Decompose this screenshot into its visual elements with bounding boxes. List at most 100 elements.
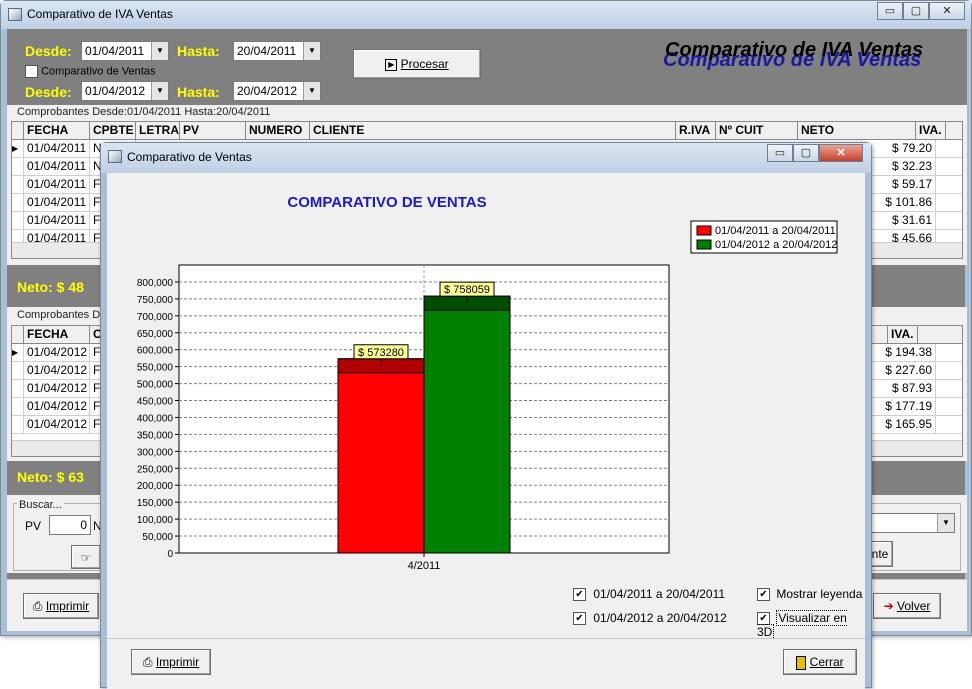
series2-checkbox[interactable]: ✔ <box>573 612 586 626</box>
chevron-down-icon[interactable]: ▼ <box>151 82 168 100</box>
legend: 01/04/2011 a 20/04/2011 01/04/2012 a 20/… <box>690 220 838 254</box>
row-indicator <box>12 416 24 433</box>
comparativo-checkbox-row[interactable]: ✔ Comparativo de Ventas <box>25 65 155 78</box>
comparativo-dialog: Comparativo de Ventas ▭ ▢ ✕ COMPARATIVO … <box>100 142 872 689</box>
series1-toggle-label: 01/04/2011 a 20/04/2011 <box>593 587 726 601</box>
col-cliente[interactable]: CLIENTE <box>310 122 676 139</box>
chevron-down-icon[interactable]: ▼ <box>151 42 168 60</box>
comparativo-checkbox-label: Comparativo de Ventas <box>41 65 156 78</box>
col-fecha[interactable]: FECHA <box>24 326 90 343</box>
series1-toggle[interactable]: ✔ 01/04/2011 a 20/04/2011 <box>573 587 726 602</box>
cell-fecha: 01/04/2012 <box>24 362 90 379</box>
cell-fecha: 01/04/2011 <box>24 176 90 193</box>
dialog-bottom-bar <box>107 639 865 689</box>
col-neto[interactable]: NETO <box>798 122 916 139</box>
cerrar-button[interactable]: Cerrar <box>783 649 857 675</box>
row-indicator-header <box>12 326 24 343</box>
arrow-right-icon: ➔ <box>883 599 894 613</box>
dialog-minimize-button[interactable]: ▭ <box>767 144 793 162</box>
view-3d-toggle[interactable]: ✔ Visualizar en 3D <box>757 610 865 641</box>
y-tick-label: 50,000 <box>142 532 173 543</box>
col-fecha[interactable]: FECHA <box>24 122 90 139</box>
bar-2 <box>423 295 511 554</box>
dialog-close-button[interactable]: ✕ <box>819 144 863 162</box>
procesar-label: Procesar <box>400 57 449 71</box>
series1-checkbox[interactable]: ✔ <box>573 588 586 602</box>
row-pointer-icon: ▶ <box>12 140 24 157</box>
cell-neto: $ 177.19 <box>862 398 936 415</box>
desde-date-1[interactable]: 01/04/2011 ▼ <box>81 41 169 61</box>
app-icon <box>108 150 122 163</box>
hasta-label-1: Hasta: <box>177 43 220 59</box>
y-tick-label: 650,000 <box>137 329 174 340</box>
show-legend-toggle[interactable]: ✔ Mostrar leyenda <box>757 587 862 602</box>
row-indicator <box>12 398 24 415</box>
y-tick-label: 200,000 <box>137 481 174 492</box>
cell-fecha: 01/04/2012 <box>24 416 90 433</box>
dialog-titlebar[interactable]: Comparativo de Ventas ▭ ▢ ✕ <box>101 143 871 173</box>
chevron-down-icon[interactable]: ▼ <box>937 514 954 532</box>
dialog-maximize-button[interactable]: ▢ <box>793 144 819 162</box>
cell-neto: $ 227.60 <box>862 362 936 379</box>
buscar-combo[interactable]: ▼ <box>867 513 955 533</box>
row-indicator <box>12 212 24 229</box>
y-tick-label: 700,000 <box>137 312 174 323</box>
cell-neto: $ 87.93 <box>862 380 936 397</box>
grid1-header: FECHA CPBTE LETRA PV NUMERO CLIENTE R.IV… <box>12 122 962 140</box>
view-3d-label: Visualizar en 3D <box>757 610 847 641</box>
chevron-down-icon[interactable]: ▼ <box>303 42 320 60</box>
col-cpbte[interactable]: CPBTE <box>90 122 136 139</box>
play-icon: ▶ <box>385 58 398 71</box>
maximize-button[interactable]: ▢ <box>903 2 929 20</box>
row-indicator <box>12 362 24 379</box>
chevron-down-icon[interactable]: ▼ <box>303 82 320 100</box>
col-iva[interactable]: IVA. <box>888 326 918 343</box>
section2-title: Comprobantes De <box>17 309 107 321</box>
buscar-title: Buscar... <box>17 499 64 511</box>
close-button[interactable]: ✕ <box>929 2 965 20</box>
hasta-date-1[interactable]: 20/04/2011 ▼ <box>233 41 321 61</box>
y-tick-label: 800,000 <box>137 278 174 289</box>
series2-toggle[interactable]: ✔ 01/04/2012 a 20/04/2012 <box>573 611 727 626</box>
cell-fecha: 01/04/2012 <box>24 398 90 415</box>
y-tick-label: 550,000 <box>137 363 174 374</box>
imprimir-dialog-label: Imprimir <box>155 655 200 669</box>
cerrar-label: Cerrar <box>809 655 844 669</box>
pv-input[interactable]: 0 <box>49 515 91 535</box>
cell-neto: $ 101.86 <box>862 194 936 211</box>
col-numero[interactable]: NUMERO <box>246 122 310 139</box>
comparativo-checkbox[interactable]: ✔ <box>25 65 38 78</box>
row-indicator <box>12 158 24 175</box>
col-cuit[interactable]: Nº CUIT <box>716 122 798 139</box>
y-tick-label: 350,000 <box>137 430 174 441</box>
cell-fecha: 01/04/2011 <box>24 140 90 157</box>
minimize-button[interactable]: ▭ <box>877 2 903 20</box>
main-titlebar[interactable]: Comparativo de IVA Ventas ▭ ▢ ✕ <box>1 1 971 29</box>
cell-fecha: 01/04/2011 <box>24 194 90 211</box>
col-letra[interactable]: LETRA <box>136 122 180 139</box>
show-legend-checkbox[interactable]: ✔ <box>757 588 770 602</box>
imprimir-dialog-button[interactable]: ⎙ Imprimir <box>131 649 211 675</box>
y-tick-label: 250,000 <box>137 464 174 475</box>
hand-pointer-button[interactable]: ☞ <box>71 545 101 569</box>
desde-date-1-value: 01/04/2011 <box>85 44 145 58</box>
sales-chart: COMPARATIVO DE VENTAS 0 50,000 100,000 150,… <box>137 194 838 572</box>
col-riva[interactable]: R.IVA <box>676 122 716 139</box>
desde-date-2[interactable]: 01/04/2012 ▼ <box>81 81 169 101</box>
imprimir-main-label: Imprimir <box>45 599 90 613</box>
door-exit-icon <box>796 655 807 670</box>
app-icon <box>8 8 22 21</box>
procesar-button[interactable]: ▶ Procesar <box>353 49 481 79</box>
hasta-date-1-value: 20/04/2011 <box>237 44 297 58</box>
hasta-date-2[interactable]: 20/04/2012 ▼ <box>233 81 321 101</box>
volver-button[interactable]: ➔ Volver <box>873 593 941 619</box>
data-label-2: $ 758059 <box>444 284 490 296</box>
cell-neto: $ 165.95 <box>862 416 936 433</box>
x-axis: 4/2011 <box>408 553 440 572</box>
pv-label: PV <box>25 519 42 533</box>
imprimir-main-button[interactable]: ⎙ Imprimir <box>23 593 99 619</box>
col-pv[interactable]: PV <box>180 122 246 139</box>
cell-neto: $ 59.17 <box>862 176 936 193</box>
cell-fecha: 01/04/2011 <box>24 158 90 175</box>
col-iva[interactable]: IVA. <box>916 122 946 139</box>
